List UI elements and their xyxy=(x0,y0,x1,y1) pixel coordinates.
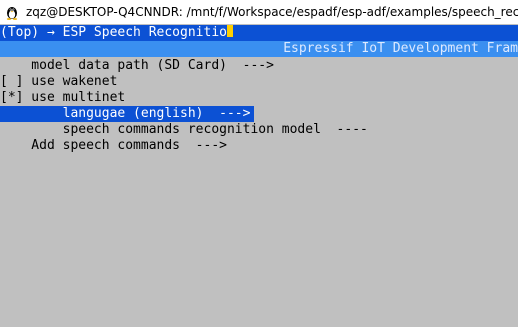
brand-text: Espressif IoT Development Fram xyxy=(283,41,518,56)
menu-item-language[interactable]: langugae (english) ---> xyxy=(0,106,254,122)
menu-item-add-speech-commands[interactable]: Add speech commands ---> xyxy=(0,138,227,154)
menu-item-use-multinet[interactable]: [*] use multinet xyxy=(0,90,125,106)
terminal-area[interactable]: (Top) → ESP Speech Recognitio Espressif … xyxy=(0,24,518,327)
menu-breadcrumb: (Top) → ESP Speech Recognitio xyxy=(0,25,518,41)
terminal-window: zqz@DESKTOP-Q4CNNDR: /mnt/f/Workspace/es… xyxy=(0,0,518,327)
tux-icon xyxy=(6,7,18,20)
title-bar: zqz@DESKTOP-Q4CNNDR: /mnt/f/Workspace/es… xyxy=(0,0,518,24)
brand-bar: Espressif IoT Development Fram xyxy=(0,41,518,57)
text-cursor xyxy=(226,25,233,37)
menu-item-model-data-path[interactable]: model data path (SD Card) ---> xyxy=(0,58,274,74)
breadcrumb-text: (Top) → ESP Speech Recognitio xyxy=(0,25,227,40)
menu-item-use-wakenet[interactable]: [ ] use wakenet xyxy=(0,74,117,90)
window-title: zqz@DESKTOP-Q4CNNDR: /mnt/f/Workspace/es… xyxy=(26,5,518,19)
menu-item-speech-commands-model[interactable]: speech commands recognition model ---- xyxy=(0,122,368,138)
